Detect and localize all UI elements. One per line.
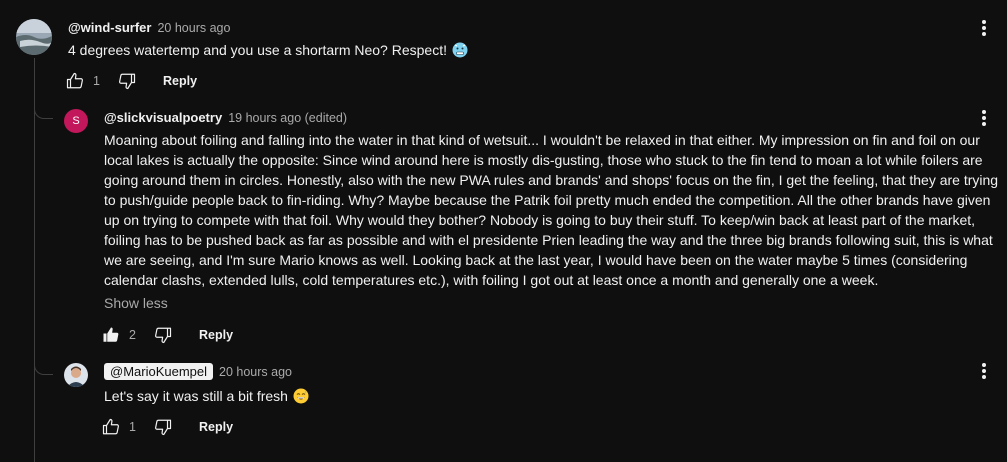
more-actions-button[interactable] <box>972 16 996 40</box>
comment-header: @slickvisualpoetry 19 hours ago (edited) <box>104 109 347 127</box>
avatar[interactable] <box>16 19 52 55</box>
thumb-up-icon <box>66 72 83 89</box>
thumb-down-icon <box>119 73 136 90</box>
avatar[interactable] <box>64 363 88 387</box>
comment-actions: 1 Reply <box>99 415 233 439</box>
reply-button[interactable]: Reply <box>199 420 233 434</box>
thread-line <box>34 58 35 462</box>
comment-author[interactable]: @wind-surfer <box>68 20 151 35</box>
grinning-sweat-face-icon <box>293 388 309 409</box>
like-count: 1 <box>129 420 136 434</box>
dislike-button[interactable] <box>115 69 139 93</box>
more-vert-icon <box>982 20 986 36</box>
comment-text-body: 4 degrees watertemp and you use a shorta… <box>68 42 447 58</box>
avatar-letter: S <box>72 115 80 127</box>
thumb-up-filled-icon <box>103 327 119 342</box>
dislike-button[interactable] <box>151 415 175 439</box>
comment-header: @wind-surfer 20 hours ago <box>68 19 230 37</box>
more-vert-icon <box>982 363 986 379</box>
like-count: 1 <box>93 74 100 88</box>
comment-actions: 1 Reply <box>63 69 197 93</box>
like-button[interactable] <box>99 323 123 347</box>
avatar[interactable]: S <box>64 109 88 133</box>
like-count: 2 <box>129 328 136 342</box>
thumb-down-icon <box>155 327 172 344</box>
comment-text: Let's say it was still a bit fresh <box>104 386 964 409</box>
reply-connector <box>34 363 53 375</box>
thumb-down-icon <box>155 419 172 436</box>
dislike-button[interactable] <box>151 323 175 347</box>
like-button[interactable] <box>99 415 123 439</box>
thumb-up-icon <box>102 418 119 435</box>
comment-author[interactable]: @slickvisualpoetry <box>104 110 222 125</box>
more-vert-icon <box>982 110 986 126</box>
like-button[interactable] <box>63 69 87 93</box>
comment-time[interactable]: 20 hours ago <box>157 21 230 35</box>
reply-button[interactable]: Reply <box>199 328 233 342</box>
comment-actions: 2 Reply <box>99 323 233 347</box>
show-less-button[interactable]: Show less <box>104 295 168 311</box>
comment-time[interactable]: 20 hours ago <box>219 365 292 379</box>
reply-button[interactable]: Reply <box>163 74 197 88</box>
creator-author-badge[interactable]: @MarioKuempel <box>104 363 214 380</box>
comment-time[interactable]: 19 hours ago (edited) <box>228 111 347 125</box>
comment-header: @MarioKuempel 20 hours ago <box>104 363 292 381</box>
reply-connector <box>34 107 53 119</box>
comment-text: Moaning about foiling and falling into t… <box>104 132 999 288</box>
cold-face-icon <box>452 42 468 63</box>
comment-text: 4 degrees watertemp and you use a shorta… <box>68 40 968 63</box>
more-actions-button[interactable] <box>972 359 996 383</box>
comment-text-body: Let's say it was still a bit fresh <box>104 388 288 404</box>
more-actions-button[interactable] <box>972 106 996 130</box>
